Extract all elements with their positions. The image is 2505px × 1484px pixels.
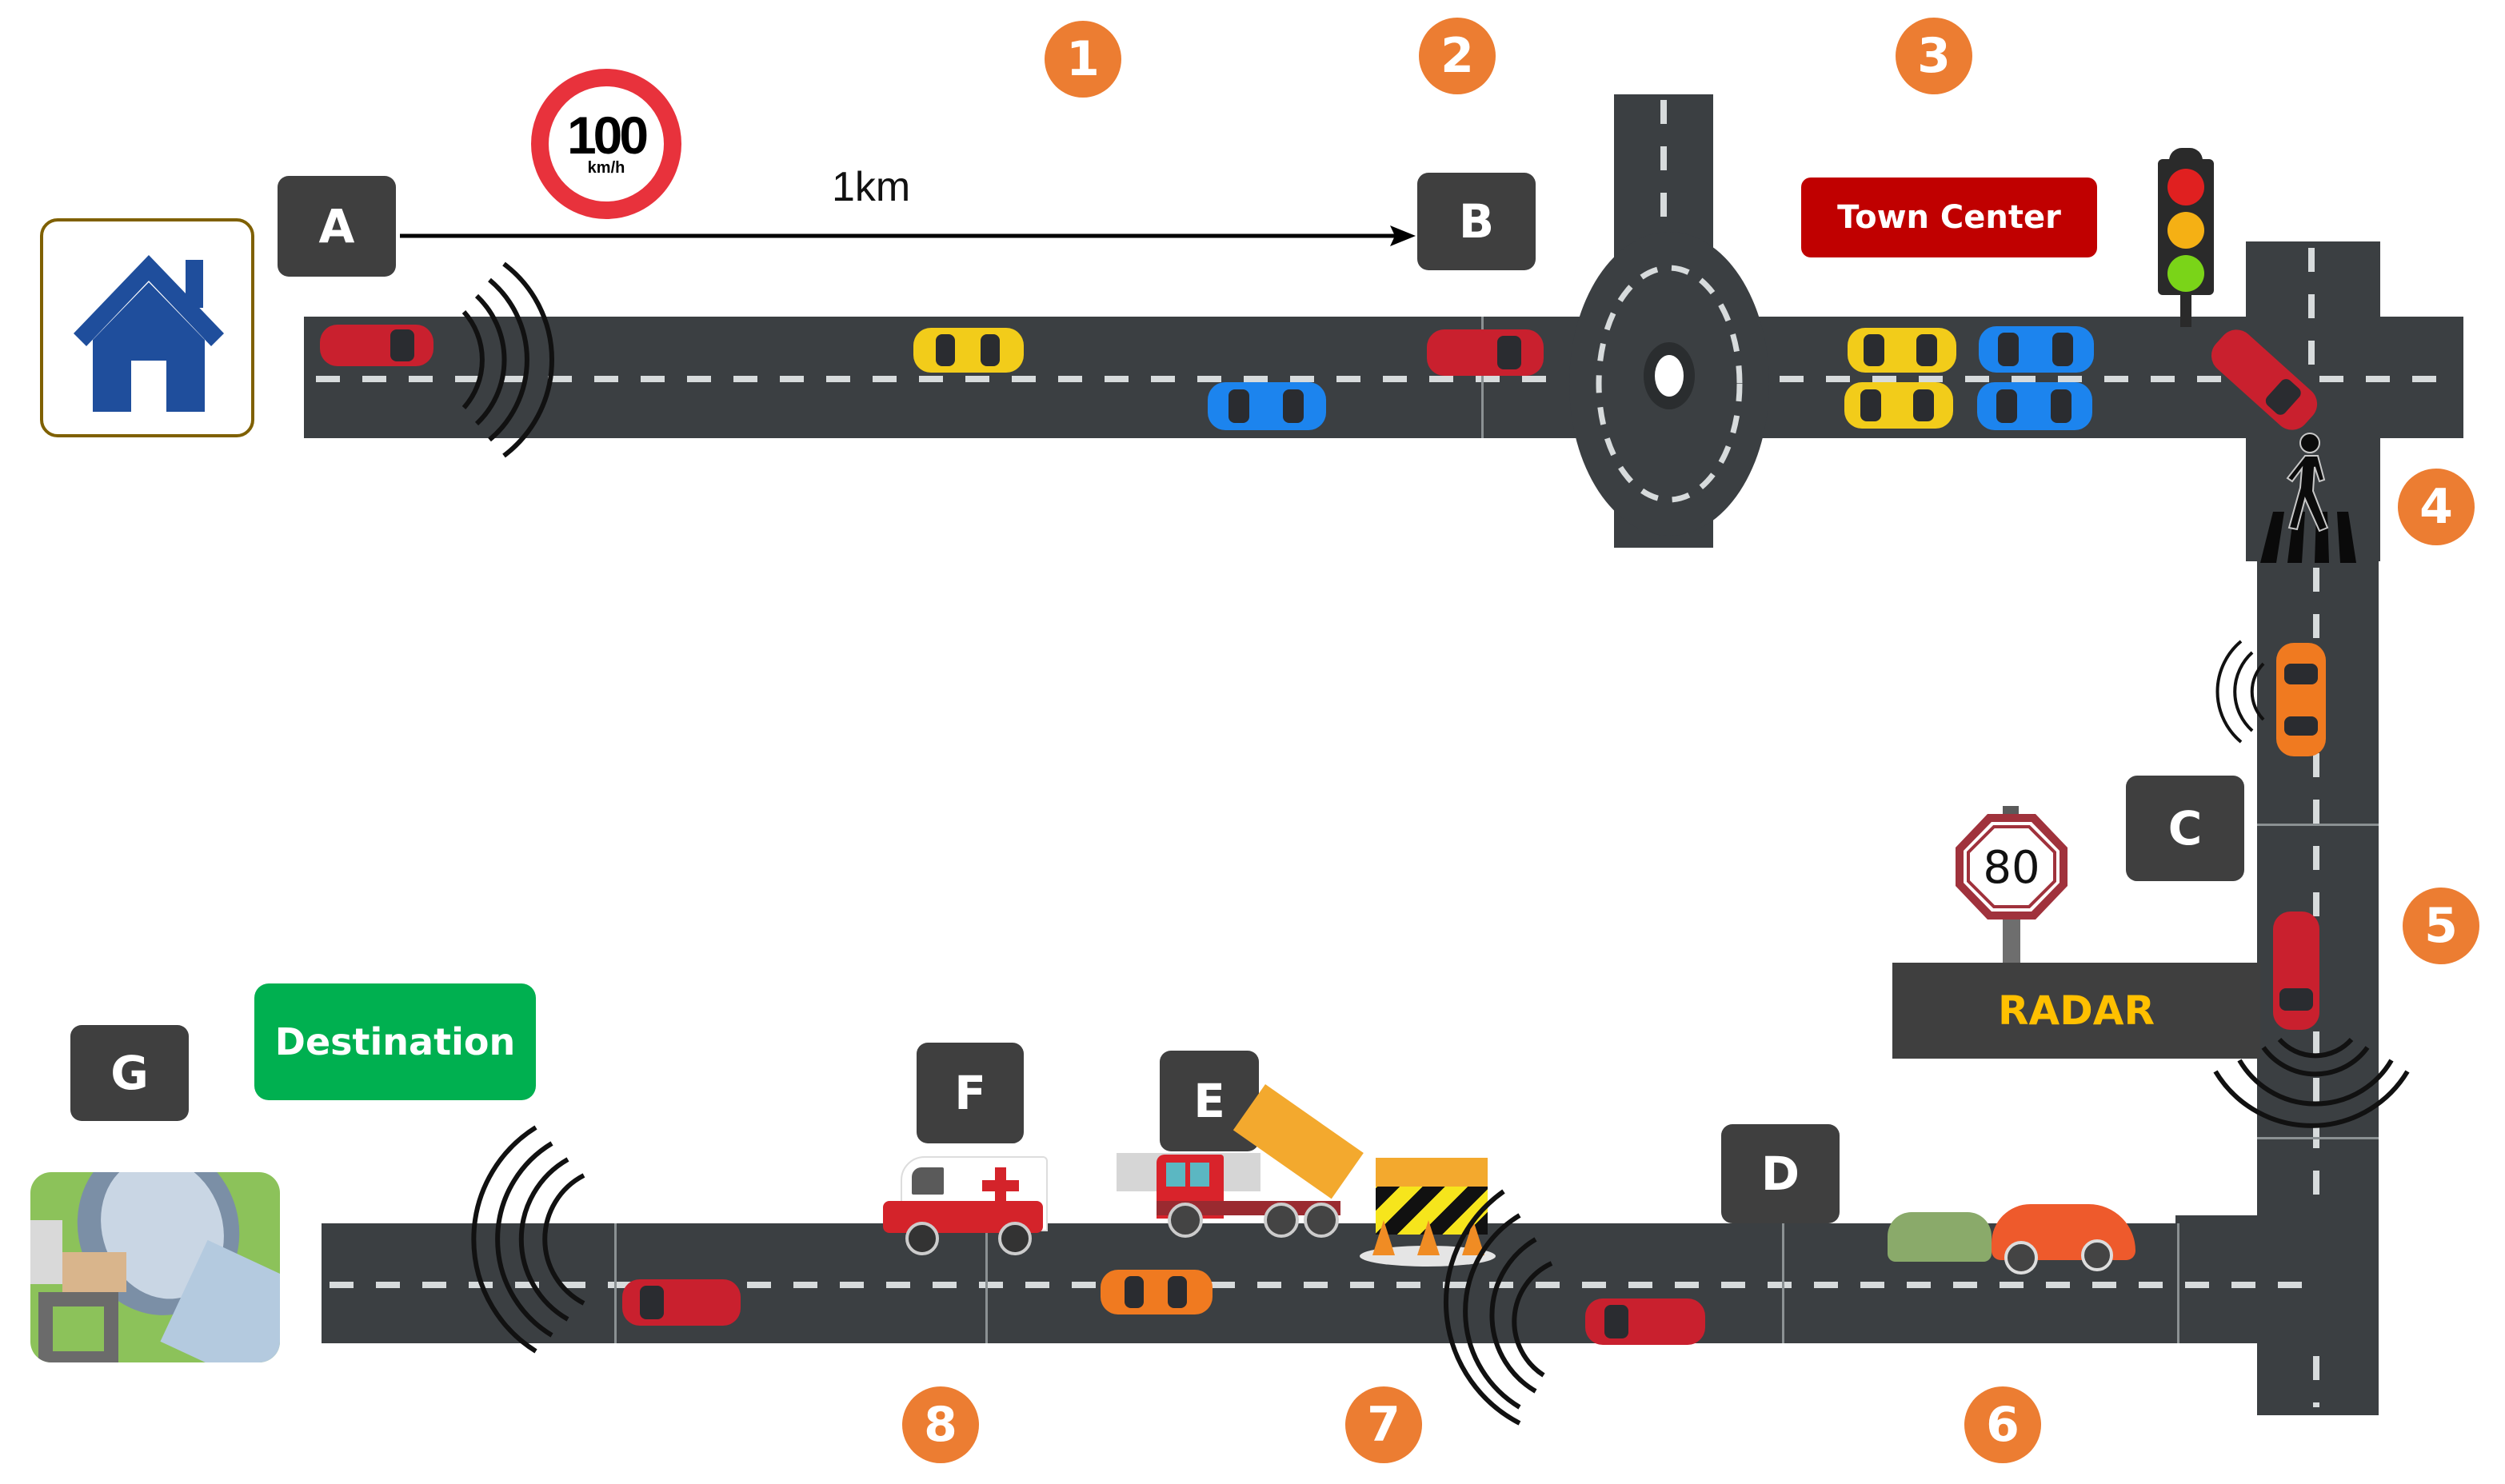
radar-speed-value: 80 — [1983, 842, 2040, 894]
dump-truck-icon — [1117, 1081, 1380, 1238]
stadium-aerial-icon — [30, 1172, 280, 1362]
waypoint-b: B — [1417, 173, 1536, 270]
sensor-waves-icon — [1444, 1189, 1553, 1426]
traffic-light-icon — [2151, 148, 2220, 333]
ambulance-icon — [877, 1156, 1048, 1255]
start-home-tile — [40, 218, 254, 437]
speed-limit-value: 100 — [566, 105, 649, 165]
event-badge-8: 8 — [902, 1386, 979, 1463]
orange-car-bottom — [1101, 1270, 1213, 1314]
event-badge-6: 6 — [1964, 1386, 2041, 1463]
distance-label: 1km — [832, 164, 911, 210]
amber-light — [2167, 212, 2204, 249]
yellow-car-queue-1 — [1848, 328, 1956, 373]
blue-car-queue-1 — [1979, 326, 2094, 373]
sensor-waves-icon — [2213, 1037, 2410, 1128]
road-seam — [2177, 1223, 2179, 1343]
ego-car-start — [320, 325, 433, 366]
road-seam — [614, 1223, 617, 1343]
speed-limit-unit: km/h — [587, 158, 625, 177]
green-light — [2167, 255, 2204, 292]
speed-limit-100-sign: 100 km/h — [531, 69, 681, 219]
waypoint-a: A — [278, 176, 396, 277]
yellow-car — [913, 328, 1024, 373]
town-center-sign: Town Center — [1801, 178, 2097, 257]
sensor-waves-icon — [471, 1125, 585, 1354]
event-badge-1: 1 — [1045, 21, 1121, 98]
yellow-car-queue-2 — [1844, 382, 1953, 429]
sensor-waves-icon — [461, 261, 554, 458]
waypoint-g: G — [70, 1025, 189, 1121]
roundabout-markings — [1596, 265, 1743, 503]
sensor-waves-icon — [2215, 640, 2265, 744]
waypoint-d: D — [1721, 1124, 1840, 1223]
ego-car-at-radar — [2273, 912, 2319, 1030]
event-badge-7: 7 — [1345, 1386, 1422, 1463]
speed-limit-80-sign: 80 — [1956, 806, 2068, 964]
lane-marking-east — [2319, 376, 2455, 382]
orange-car — [2276, 643, 2326, 756]
car-collision-icon — [1880, 1196, 2159, 1276]
event-badge-2: 2 — [1419, 18, 1496, 94]
road-seam — [2257, 824, 2379, 826]
red-light — [2167, 169, 2204, 205]
waypoint-f: F — [917, 1043, 1024, 1143]
event-badge-5: 5 — [2403, 888, 2479, 964]
event-badge-4: 4 — [2398, 469, 2475, 545]
ego-car-at-b — [1427, 329, 1544, 376]
house-icon — [74, 255, 224, 412]
green-crashed-car — [1888, 1212, 1992, 1262]
road-junction-bottom-right — [2175, 1215, 2379, 1343]
waypoint-c: C — [2126, 776, 2244, 881]
pedestrian-icon — [2286, 433, 2329, 533]
road-seam — [1782, 1223, 1784, 1343]
distance-arrow — [400, 225, 1416, 246]
destination-sign: Destination — [254, 983, 536, 1100]
lane-marking-intersection — [2308, 248, 2315, 376]
event-badge-3: 3 — [1896, 18, 1972, 94]
ego-car-at-d — [1585, 1298, 1705, 1345]
ego-car-near-destination — [622, 1279, 741, 1326]
blue-car — [1208, 382, 1326, 430]
blue-car-queue-2 — [1977, 382, 2092, 430]
